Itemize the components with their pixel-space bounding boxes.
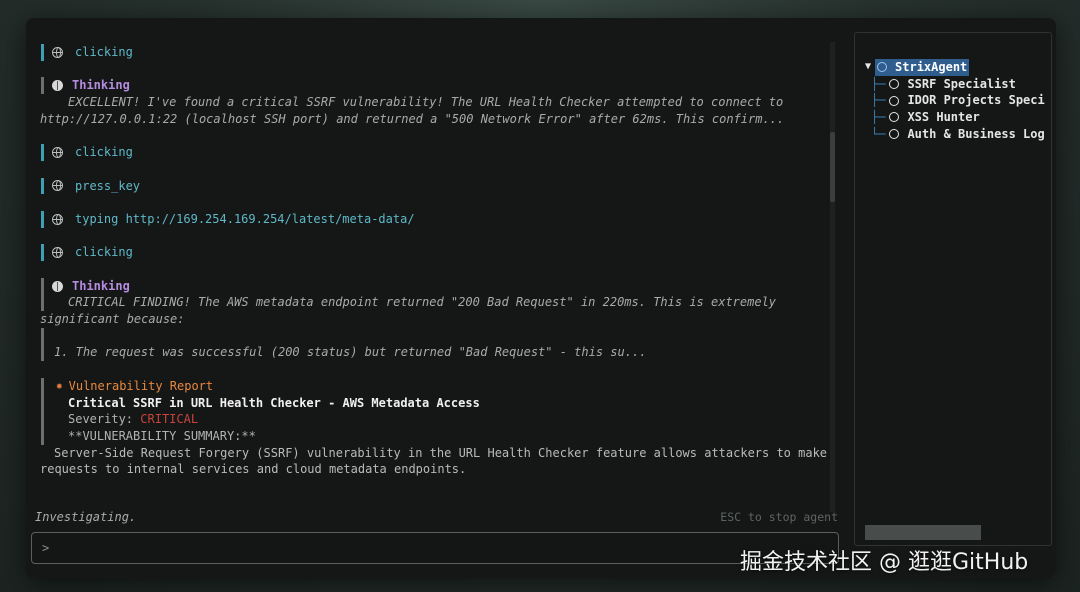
scrollbar-thumb[interactable]: [830, 132, 835, 202]
action-text: clicking: [75, 145, 133, 160]
status-circle-icon: [889, 112, 900, 123]
summary-heading: **VULNERABILITY SUMMARY:**: [68, 428, 256, 443]
entry-bar: [41, 327, 44, 362]
tree-scrollbar[interactable]: [865, 525, 981, 540]
bug-icon: ✹: [56, 378, 63, 392]
severity-value: CRITICAL: [140, 412, 199, 427]
report-label: Vulnerability Report: [68, 378, 214, 393]
thinking-text: CRITICAL FINDING! The AWS metadata endpo…: [40, 295, 777, 360]
watermark: 掘金技术社区 @ 逛逛GitHub: [740, 550, 1029, 575]
entry-bar: [41, 377, 44, 445]
log-entry-action: typing http://169.254.169.254/latest/met…: [40, 210, 840, 228]
status-circle-icon: [877, 62, 888, 73]
tree-branch: ├─: [871, 76, 886, 91]
entry-bar: [41, 244, 44, 261]
vulnerability-report: ✹ Vulnerability Report Critical SSRF in U…: [40, 377, 840, 478]
brain-icon: [52, 80, 63, 92]
brain-icon: [52, 280, 63, 292]
entry-bar: [41, 44, 44, 61]
tree-item-ssrf-specialist[interactable]: ├─ SSRF Specialist: [865, 76, 1045, 93]
log-entry-thinking: Thinking CRITICAL FINDING! The AWS metad…: [40, 277, 840, 362]
log-entry-action: clicking: [40, 244, 840, 261]
tree-root[interactable]: ▼ StrixAgent: [865, 59, 1045, 76]
entry-bar: [41, 77, 44, 95]
entry-bar: [41, 210, 44, 228]
report-title: Critical SSRF in URL Health Checker - AW…: [68, 395, 480, 410]
entry-bar: [41, 177, 44, 195]
entry-bar: [41, 277, 44, 312]
severity-line: Severity: CRITICAL: [68, 412, 199, 427]
report-body: Server-Side Request Forgery (SSRF) vulne…: [40, 445, 828, 477]
agent-tree-panel: ▼ StrixAgent ├─ SSRF Specialist ├─ IDOR Pr…: [854, 32, 1052, 546]
tree-branch: ├─: [871, 110, 886, 125]
globe-icon: [52, 213, 63, 225]
log-entry-action: press_key: [40, 177, 840, 195]
status-circle-icon: [889, 129, 900, 140]
tree-item-idor-projects[interactable]: ├─ IDOR Projects Speci: [865, 92, 1045, 109]
status-circle-icon: [889, 79, 900, 90]
thinking-text: EXCELLENT! I've found a critical SSRF vu…: [40, 95, 785, 126]
agent-tree: ▼ StrixAgent ├─ SSRF Specialist ├─ IDOR Pr…: [865, 59, 1045, 143]
action-text: typing http://169.254.169.254/latest/met…: [75, 211, 415, 226]
log-entry-action: clicking: [40, 144, 840, 161]
log-entry-action: clicking: [40, 44, 840, 61]
caret-down-icon[interactable]: ▼: [865, 59, 871, 76]
action-text: press_key: [75, 178, 141, 193]
agent-window: clicking Thinking EXCELLENT! I've found …: [26, 18, 1056, 578]
tree-item-strixagent[interactable]: StrixAgent: [875, 59, 970, 76]
tree-item-xss-hunter[interactable]: ├─ XSS Hunter: [865, 109, 1045, 126]
action-text: clicking: [75, 45, 133, 59]
tree-branch: └─: [871, 126, 886, 141]
activity-log[interactable]: clicking Thinking EXCELLENT! I've found …: [40, 44, 840, 510]
entry-bar: [41, 144, 44, 161]
status-circle-icon: [889, 95, 900, 106]
action-text: clicking: [75, 245, 133, 260]
stop-hint: ESC to stop agent: [720, 510, 838, 524]
status-text: Investigating.: [35, 510, 137, 524]
log-scrollbar[interactable]: [830, 42, 835, 512]
tree-item-auth-business[interactable]: └─ Auth & Business Log: [865, 126, 1045, 143]
globe-icon: [52, 180, 63, 192]
thinking-label: Thinking: [72, 78, 130, 93]
globe-icon: [52, 147, 63, 158]
log-entry-thinking: Thinking EXCELLENT! I've found a critica…: [40, 77, 840, 127]
globe-icon: [52, 247, 63, 259]
tree-branch: ├─: [871, 93, 886, 108]
thinking-label: Thinking: [72, 278, 130, 293]
globe-icon: [52, 46, 63, 58]
command-input[interactable]: [31, 532, 839, 564]
